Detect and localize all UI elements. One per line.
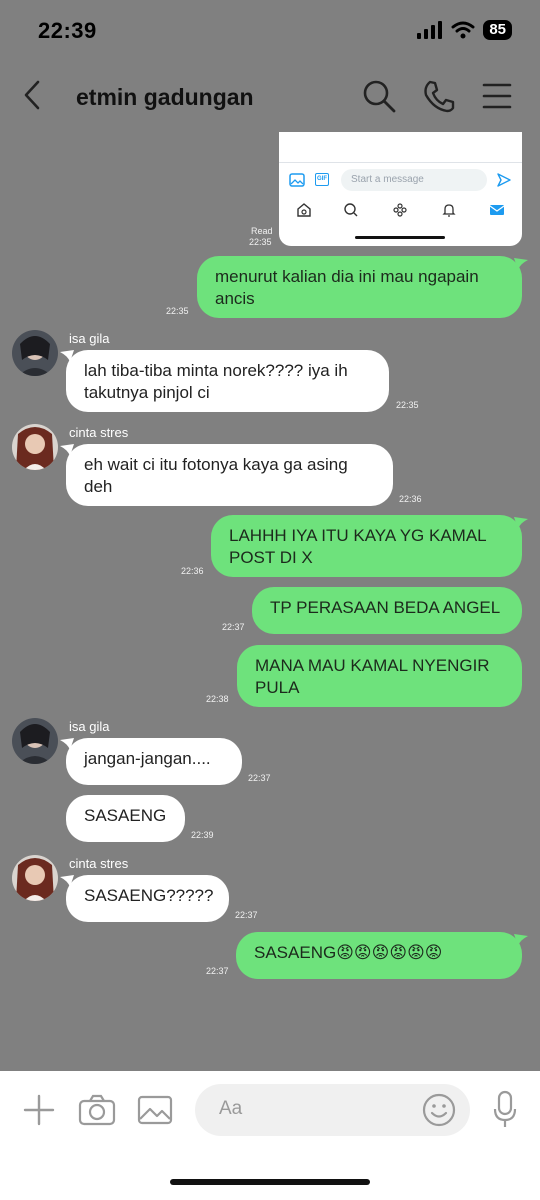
sender-name: isa gila — [69, 719, 110, 734]
message-text: SASAENG — [84, 806, 167, 825]
message-text: menurut kalian dia ini mau ngapain ancis — [215, 267, 479, 308]
explore-icon — [344, 203, 358, 217]
outgoing-message[interactable]: MANA MAU KAMAL NYENGIR PULA — [237, 645, 522, 707]
bubble-tail — [514, 517, 528, 529]
microphone-icon[interactable] — [492, 1090, 518, 1130]
incoming-message[interactable]: eh wait ci itu fotonya kaya ga asing deh — [66, 444, 393, 506]
incoming-message[interactable]: SASAENG????? — [66, 875, 229, 922]
message-time: 22:35 — [166, 306, 189, 316]
bubble-tail — [514, 934, 528, 946]
message-text: lah tiba-tiba minta norek???? iya ih tak… — [84, 361, 348, 402]
message-text: eh wait ci itu fotonya kaya ga asing deh — [84, 455, 348, 496]
battery-indicator: 85 — [483, 20, 512, 40]
message-time: 22:39 — [191, 830, 214, 840]
camera-icon[interactable] — [78, 1093, 116, 1127]
home-indicator — [170, 1179, 370, 1185]
sender-name: isa gila — [69, 331, 110, 346]
status-time: 22:39 — [38, 18, 97, 43]
read-receipt: Read — [251, 226, 273, 236]
search-button[interactable] — [361, 78, 397, 114]
status-bar: 22:39 85 — [0, 0, 540, 60]
menu-button[interactable] — [480, 78, 516, 114]
message-time: 22:37 — [222, 622, 245, 632]
composer-bar: Aa — [0, 1071, 540, 1200]
back-button[interactable] — [18, 78, 48, 112]
status-icons: 85 — [417, 20, 512, 40]
send-icon — [497, 173, 511, 187]
message-input-placeholder: Aa — [219, 1098, 243, 1119]
phone-icon — [424, 80, 455, 113]
avatar[interactable] — [12, 718, 58, 764]
message-text: SASAENG????? — [84, 886, 214, 905]
home-icon — [297, 203, 311, 217]
message-text: MANA MAU KAMAL NYENGIR PULA — [255, 656, 490, 697]
image-home-indicator — [355, 236, 445, 239]
signal-icon — [417, 21, 443, 39]
message-text: TP PERASAAN BEDA ANGEL — [270, 598, 501, 617]
message-text: LAHHH IYA ITU KAYA YG KAMAL POST DI X — [229, 526, 486, 567]
plus-icon[interactable] — [22, 1093, 56, 1127]
incoming-message[interactable]: lah tiba-tiba minta norek???? iya ih tak… — [66, 350, 389, 412]
avatar-image — [12, 330, 58, 376]
image-divider — [279, 162, 522, 163]
message-text: SASAENG😡😡😡😡😡😡 — [254, 943, 443, 962]
message-time: 22:37 — [235, 910, 258, 920]
avatar-image — [12, 855, 58, 901]
avatar-image — [12, 718, 58, 764]
incoming-message[interactable]: SASAENG — [66, 795, 185, 842]
bubble-tail — [514, 258, 528, 270]
message-input[interactable]: Aa — [195, 1084, 470, 1136]
message-time: 22:37 — [206, 966, 229, 976]
image-icon — [289, 173, 305, 187]
wifi-icon — [451, 21, 475, 39]
message-time: 22:38 — [206, 694, 229, 704]
outgoing-message[interactable]: menurut kalian dia ini mau ngapain ancis — [197, 256, 522, 318]
chat-header: etmin gadungan — [0, 60, 540, 130]
grok-icon — [393, 203, 407, 217]
avatar[interactable] — [12, 424, 58, 470]
sender-name: cinta stres — [69, 856, 129, 871]
mail-icon — [489, 205, 505, 215]
menu-icon — [482, 83, 512, 109]
image-message-input: Start a message — [341, 169, 487, 191]
avatar[interactable] — [12, 855, 58, 901]
message-text: jangan-jangan.... — [84, 749, 211, 768]
avatar[interactable] — [12, 330, 58, 376]
back-icon — [24, 80, 40, 110]
image-message[interactable]: GIF Start a message — [279, 132, 522, 246]
message-time: 22:37 — [248, 773, 271, 783]
chat-title: etmin gadungan — [76, 84, 254, 110]
message-time: 22:36 — [181, 566, 204, 576]
message-time: 22:35 — [396, 400, 419, 410]
message-time: 22:35 — [249, 237, 272, 247]
message-time: 22:36 — [399, 494, 422, 504]
incoming-message[interactable]: jangan-jangan.... — [66, 738, 242, 785]
avatar-image — [12, 424, 58, 470]
call-button[interactable] — [421, 78, 457, 114]
bell-icon — [442, 204, 456, 217]
search-icon — [363, 80, 396, 113]
image-icon[interactable] — [137, 1094, 173, 1126]
sender-name: cinta stres — [69, 425, 129, 440]
outgoing-message[interactable]: SASAENG😡😡😡😡😡😡 — [236, 932, 522, 979]
outgoing-message[interactable]: LAHHH IYA ITU KAYA YG KAMAL POST DI X — [211, 515, 522, 577]
gif-icon: GIF — [315, 173, 329, 186]
outgoing-message[interactable]: TP PERASAAN BEDA ANGEL — [252, 587, 522, 634]
emoji-icon[interactable] — [422, 1093, 456, 1127]
